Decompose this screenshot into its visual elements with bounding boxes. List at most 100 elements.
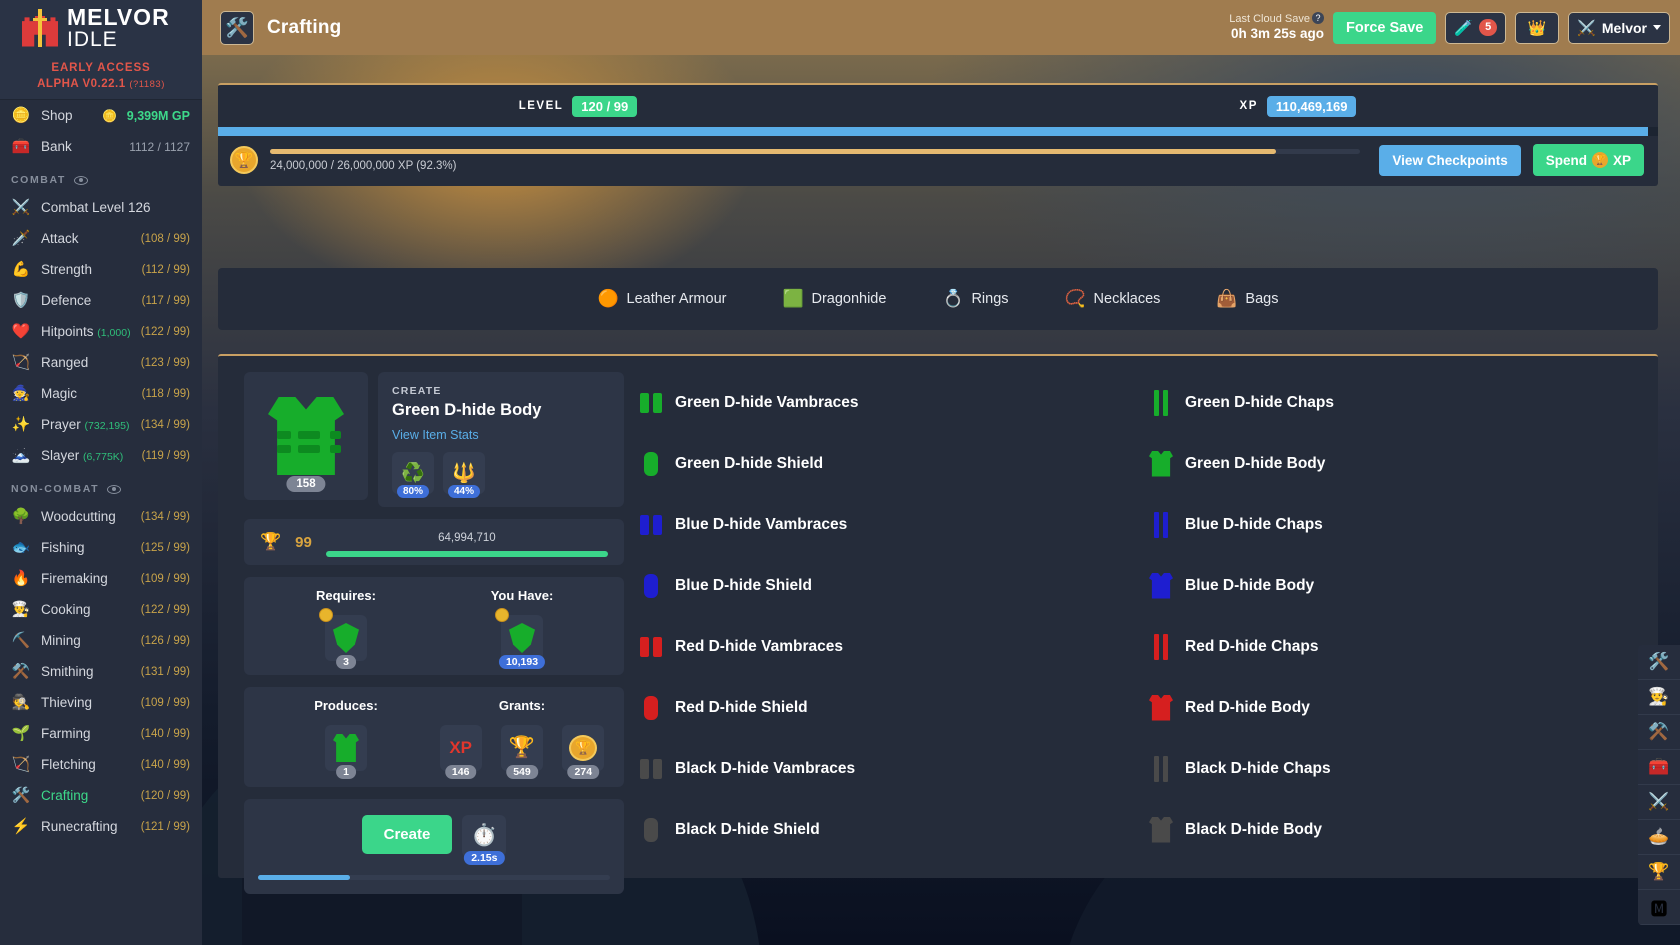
item-grid-entry[interactable]: Blue D-hide Body: [1148, 555, 1658, 616]
sidebar-item-runecrafting[interactable]: ⚡ Runecrafting (121 / 99): [0, 811, 202, 842]
sidebar-item-combat-level-126[interactable]: ⚔️ Combat Level 126: [0, 192, 202, 223]
item-grid-label: Red D-hide Vambraces: [675, 637, 843, 655]
version-block: EARLY ACCESS ALPHA V0.22.1 (?1183): [0, 55, 202, 100]
quick-access-hammer-tools-icon[interactable]: 🛠️: [1638, 645, 1680, 680]
sidebar-item-strength[interactable]: 💪 Strength (112 / 99): [0, 254, 202, 285]
category-tab-bags[interactable]: 👜 Bags: [1210, 283, 1284, 315]
item-grid-entry[interactable]: Red D-hide Vambraces: [638, 616, 1148, 677]
category-tab-leather-armour[interactable]: 🟠 Leather Armour: [592, 283, 733, 315]
item-grid-right-column: Green D-hide Chaps Green D-hide Body Blue …: [1148, 372, 1658, 878]
early-access-label: EARLY ACCESS: [51, 62, 151, 74]
sidebar-item-shop[interactable]: 🪙 Shop 🪙 9,399M GP: [0, 100, 202, 131]
item-grid-entry[interactable]: Black D-hide Chaps: [1148, 738, 1658, 799]
item-grid-entry[interactable]: Black D-hide Body: [1148, 799, 1658, 860]
eye-icon[interactable]: [107, 484, 122, 494]
item-grid-label: Blue D-hide Shield: [675, 576, 812, 594]
potion-count-badge: 5: [1479, 19, 1498, 36]
skill-label: Firemaking: [41, 571, 108, 586]
sidebar-item-magic[interactable]: 🧙 Magic (118 / 99): [0, 378, 202, 409]
view-item-stats-link[interactable]: View Item Stats: [392, 428, 610, 442]
sidebar-item-bank[interactable]: 🧰 Bank 1112 / 1127: [0, 131, 202, 162]
quick-access-crossed-swords-icon[interactable]: ⚔️: [1638, 785, 1680, 820]
requires-label: Requires:: [316, 588, 376, 603]
sidebar-item-cooking[interactable]: 👨‍🍳 Cooking (122 / 99): [0, 594, 202, 625]
sidebar-item-prayer[interactable]: ✨ Prayer (732,195) (134 / 99): [0, 409, 202, 440]
dhide-vambraces-icon: [638, 514, 664, 535]
skill-label: Fishing: [41, 540, 85, 555]
sidebar-item-slayer[interactable]: 🗻 Slayer (6,775K) (119 / 99): [0, 440, 202, 471]
wizard-hat-icon: 🧙: [11, 385, 31, 402]
sidebar-item-crafting[interactable]: 🛠️ Crafting (120 / 99): [0, 780, 202, 811]
quick-access-chef-hat-icon[interactable]: 👨‍🍳: [1638, 680, 1680, 715]
help-icon[interactable]: ?: [1311, 11, 1324, 24]
item-grid-entry[interactable]: Green D-hide Shield: [638, 433, 1148, 494]
quick-access-melvor-logo-icon[interactable]: 🅼: [1638, 890, 1680, 925]
grant-mastery-slot: 🏆 549: [500, 725, 543, 779]
sidebar-item-ranged[interactable]: 🏹 Ranged (123 / 99): [0, 347, 202, 378]
skill-label: Farming: [41, 726, 91, 741]
coin-icon: 🪙: [11, 107, 31, 124]
item-grid-entry[interactable]: Green D-hide Body: [1148, 433, 1658, 494]
eye-icon[interactable]: [73, 175, 88, 185]
recycle-icon: ♻️: [401, 463, 425, 484]
sidebar-item-farming[interactable]: 🌱 Farming (140 / 99): [0, 718, 202, 749]
produces-grants-box: Produces: 1 Grants: XP 146 🏆 549 🏆 274: [244, 687, 624, 787]
view-checkpoints-button[interactable]: View Checkpoints: [1379, 144, 1521, 176]
grants-label: Grants:: [498, 698, 546, 713]
category-tab-rings[interactable]: 💍 Rings: [936, 283, 1014, 315]
sidebar-item-fishing[interactable]: 🐟 Fishing (125 / 99): [0, 532, 202, 563]
item-grid-entry[interactable]: Blue D-hide Shield: [638, 555, 1148, 616]
item-grid-entry[interactable]: Black D-hide Shield: [638, 799, 1148, 860]
sidebar-item-attack[interactable]: 🗡️ Attack (108 / 99): [0, 223, 202, 254]
create-button[interactable]: Create: [361, 815, 453, 854]
category-tab-dragonhide[interactable]: 🟩 Dragonhide: [776, 283, 892, 315]
item-grid-left-column: Green D-hide Vambraces Green D-hide Shiel…: [638, 372, 1148, 878]
item-grid-label: Red D-hide Chaps: [1185, 637, 1319, 655]
sidebar-item-woodcutting[interactable]: 🌳 Woodcutting (134 / 99): [0, 501, 202, 532]
item-grid-entry[interactable]: Green D-hide Vambraces: [638, 372, 1148, 433]
doubling-chip: 🔱 44%: [443, 452, 485, 498]
account-menu-button[interactable]: ⚔️ Melvor: [1568, 11, 1670, 44]
category-tab-label: Rings: [971, 291, 1009, 307]
item-grid-entry[interactable]: Red D-hide Shield: [638, 677, 1148, 738]
category-tab-necklaces[interactable]: 📿 Necklaces: [1059, 283, 1167, 315]
item-grid-entry[interactable]: Blue D-hide Chaps: [1148, 494, 1658, 555]
create-action-box: Create ⏱️ 2.15s: [244, 799, 624, 894]
item-grid-entry[interactable]: Blue D-hide Vambraces: [638, 494, 1148, 555]
skill-level: (108 / 99): [140, 232, 190, 245]
sidebar-item-smithing[interactable]: ⚒️ Smithing (131 / 99): [0, 656, 202, 687]
brand-logo-block[interactable]: MELVOR IDLE: [0, 0, 202, 55]
quick-access-trophy-icon[interactable]: 🏆: [1638, 855, 1680, 890]
item-grid-entry[interactable]: Black D-hide Vambraces: [638, 738, 1148, 799]
tree-icon: 🌳: [11, 508, 31, 525]
coin-icon: [495, 608, 509, 622]
sidebar-item-firemaking[interactable]: 🔥 Firemaking (109 / 99): [0, 563, 202, 594]
rune-icon: ⚡: [11, 818, 31, 835]
you-have-column: You Have: 10,193: [434, 588, 610, 669]
dhide-shield-icon: [638, 695, 664, 720]
mastery-button[interactable]: 👑: [1515, 11, 1560, 44]
item-grid-entry[interactable]: Red D-hide Body: [1148, 677, 1658, 738]
quick-access-bank-icon[interactable]: 🧰: [1638, 750, 1680, 785]
requires-slot[interactable]: 3: [319, 608, 367, 669]
item-grid-entry[interactable]: Green D-hide Chaps: [1148, 372, 1658, 433]
quick-access-pie-icon[interactable]: 🥧: [1638, 820, 1680, 855]
sidebar-item-hitpoints[interactable]: ❤️ Hitpoints (1,000) (122 / 99): [0, 316, 202, 347]
potions-button[interactable]: 🧪 5: [1445, 11, 1507, 44]
sidebar-item-thieving[interactable]: 🕵️ Thieving (109 / 99): [0, 687, 202, 718]
item-grid-label: Green D-hide Body: [1185, 454, 1326, 472]
skill-label: Ranged: [41, 355, 89, 370]
item-grid-entry[interactable]: Red D-hide Chaps: [1148, 616, 1658, 677]
quick-access-anvil-icon[interactable]: ⚒️: [1638, 715, 1680, 750]
sidebar-item-mining[interactable]: ⛏️ Mining (126 / 99): [0, 625, 202, 656]
you-have-slot[interactable]: 10,193: [495, 608, 546, 669]
produces-slot[interactable]: 1: [325, 725, 367, 779]
skill-label: Attack: [41, 231, 79, 246]
trophy-icon: 🏆: [508, 736, 536, 759]
chef-hat-icon: 👨‍🍳: [11, 601, 31, 618]
noncombat-section-header: NON-COMBAT: [0, 471, 202, 501]
force-save-button[interactable]: Force Save: [1332, 11, 1437, 44]
sidebar-item-defence[interactable]: 🛡️ Defence (117 / 99): [0, 285, 202, 316]
spend-mastery-xp-button[interactable]: Spend 🏆 XP: [1532, 144, 1644, 176]
sidebar-item-fletching[interactable]: 🏹 Fletching (140 / 99): [0, 749, 202, 780]
